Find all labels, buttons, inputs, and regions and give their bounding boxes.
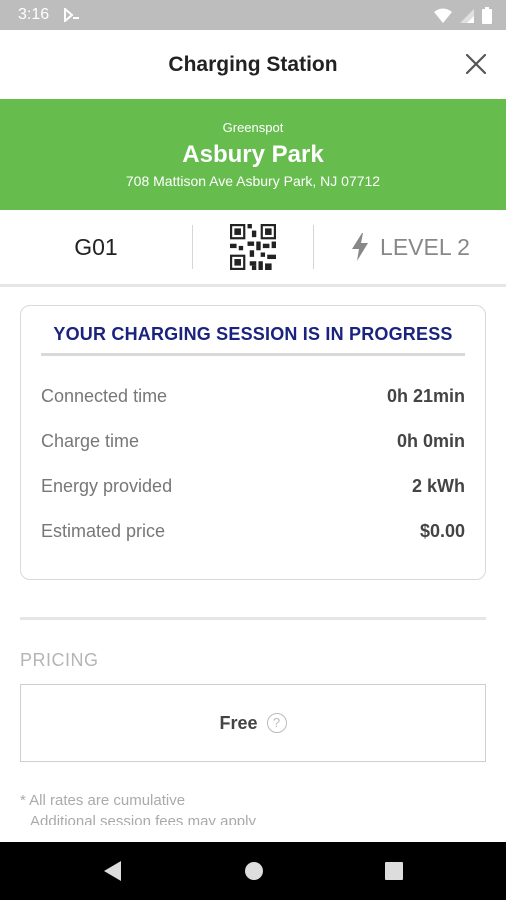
qr-code-button[interactable] — [193, 210, 313, 284]
network-name: Greenspot — [222, 120, 284, 135]
session-row-estimated-price: Estimated price $0.00 — [41, 521, 465, 545]
page-title: Charging Station — [168, 53, 338, 76]
wifi-icon — [434, 8, 452, 23]
status-time: 3:16 — [18, 6, 50, 23]
row-label: Charge time — [41, 431, 140, 451]
help-icon[interactable]: ? — [266, 713, 287, 733]
station-info-row: G01 LEVEL 2 — [0, 210, 506, 287]
session-heading: YOUR CHARGING SESSION IS IN PROGRESS — [41, 324, 465, 356]
session-row-energy-provided: Energy provided 2 kWh — [41, 476, 465, 500]
row-value: 0h 21min — [386, 386, 465, 406]
session-card: YOUR CHARGING SESSION IS IN PROGRESS Con… — [20, 305, 486, 580]
session-row-charge-time: Charge time 0h 0min — [41, 431, 465, 455]
app-bar: Charging Station — [0, 30, 506, 100]
station-address: 708 Mattison Ave Asbury Park, NJ 07712 — [125, 173, 381, 189]
notification-icon — [64, 8, 79, 22]
recents-icon[interactable] — [382, 859, 406, 883]
pricing-box: Free ? — [20, 684, 486, 762]
note-line: Additional session fees may apply — [30, 813, 256, 825]
row-value: 2 kWh — [411, 476, 465, 496]
system-nav-bar — [0, 842, 506, 900]
status-icons — [434, 7, 492, 24]
station-id: G01 — [74, 233, 118, 260]
battery-icon — [482, 7, 492, 24]
lightning-bolt-icon — [352, 233, 369, 261]
row-label: Energy provided — [41, 476, 173, 496]
qr-code-icon[interactable] — [230, 224, 276, 270]
row-value: $0.00 — [419, 521, 465, 541]
status-bar: 3:16 — [0, 0, 506, 30]
pricing-value: Free — [219, 713, 258, 733]
row-label: Connected time — [41, 386, 168, 406]
charging-level: LEVEL 2 — [314, 210, 506, 284]
station-banner: Greenspot Asbury Park 708 Mattison Ave A… — [0, 99, 506, 210]
section-divider — [20, 617, 486, 620]
session-row-connected-time: Connected time 0h 21min — [41, 386, 465, 410]
pricing-value-wrap: Free ? — [21, 713, 485, 734]
row-label: Estimated price — [41, 521, 166, 541]
home-icon[interactable] — [242, 859, 266, 883]
pricing-label: PRICING — [20, 650, 99, 670]
signal-icon — [460, 8, 474, 23]
station-name: Asbury Park — [182, 141, 324, 168]
pricing-notes: * All rates are cumulative Additional se… — [20, 790, 486, 825]
row-value: 0h 0min — [396, 431, 465, 451]
close-icon[interactable] — [462, 50, 490, 78]
note-line: * All rates are cumulative — [20, 792, 186, 809]
level-label: LEVEL 2 — [380, 233, 470, 260]
back-icon[interactable] — [101, 859, 125, 883]
